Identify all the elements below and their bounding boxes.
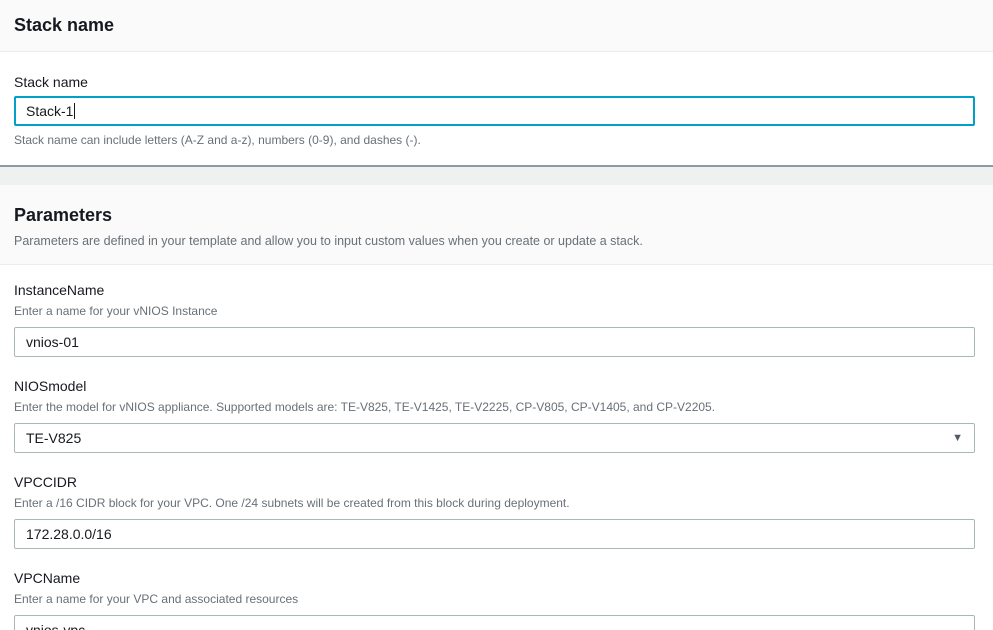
stack-name-section-header: Stack name: [0, 0, 993, 52]
parameter-label: VPCCIDR: [14, 474, 975, 491]
parameter-description: Enter a name for your vNIOS Instance: [14, 304, 975, 318]
parameters-section-body: InstanceName Enter a name for your vNIOS…: [0, 265, 993, 630]
parameter-label: NIOSmodel: [14, 378, 975, 395]
field-niosmodel: NIOSmodel Enter the model for vNIOS appl…: [14, 378, 975, 453]
section-parameters: Parameters Parameters are defined in you…: [0, 185, 993, 630]
vpcname-input-value: vnios-vpc: [26, 622, 85, 630]
page-background-gap: [0, 167, 993, 185]
vpccidr-input[interactable]: 172.28.0.0/16: [14, 519, 975, 549]
stack-name-input[interactable]: Stack-1: [14, 96, 975, 126]
field-vpccidr: VPCCIDR Enter a /16 CIDR block for your …: [14, 474, 975, 549]
field-vpcname: VPCName Enter a name for your VPC and as…: [14, 570, 975, 630]
stack-name-input-value: Stack-1: [26, 103, 73, 119]
stack-name-label: Stack name: [14, 74, 975, 91]
section-stack-name: Stack name Stack name Stack-1 Stack name…: [0, 0, 993, 167]
parameters-section-description: Parameters are defined in your template …: [14, 234, 975, 249]
parameters-section-header: Parameters Parameters are defined in you…: [0, 185, 993, 265]
field-instancename: InstanceName Enter a name for your vNIOS…: [14, 282, 975, 357]
caret-down-icon: ▼: [952, 433, 963, 444]
parameter-description: Enter the model for vNIOS appliance. Sup…: [14, 400, 975, 414]
stack-name-section-body: Stack name Stack-1 Stack name can includ…: [0, 52, 993, 165]
parameter-label: InstanceName: [14, 282, 975, 299]
parameter-description: Enter a /16 CIDR block for your VPC. One…: [14, 496, 975, 510]
instancename-input[interactable]: vnios-01: [14, 327, 975, 357]
parameter-label: VPCName: [14, 570, 975, 587]
text-cursor: [74, 103, 75, 119]
stack-name-section-title: Stack name: [14, 15, 114, 36]
vpcname-input[interactable]: vnios-vpc: [14, 615, 975, 630]
parameters-section-title: Parameters: [14, 205, 975, 226]
niosmodel-select-value: TE-V825: [26, 430, 81, 446]
parameter-description: Enter a name for your VPC and associated…: [14, 592, 975, 606]
stack-name-constraint: Stack name can include letters (A-Z and …: [14, 133, 975, 147]
niosmodel-select[interactable]: TE-V825 ▼: [14, 423, 975, 453]
vpccidr-input-value: 172.28.0.0/16: [26, 526, 112, 542]
instancename-input-value: vnios-01: [26, 334, 79, 350]
